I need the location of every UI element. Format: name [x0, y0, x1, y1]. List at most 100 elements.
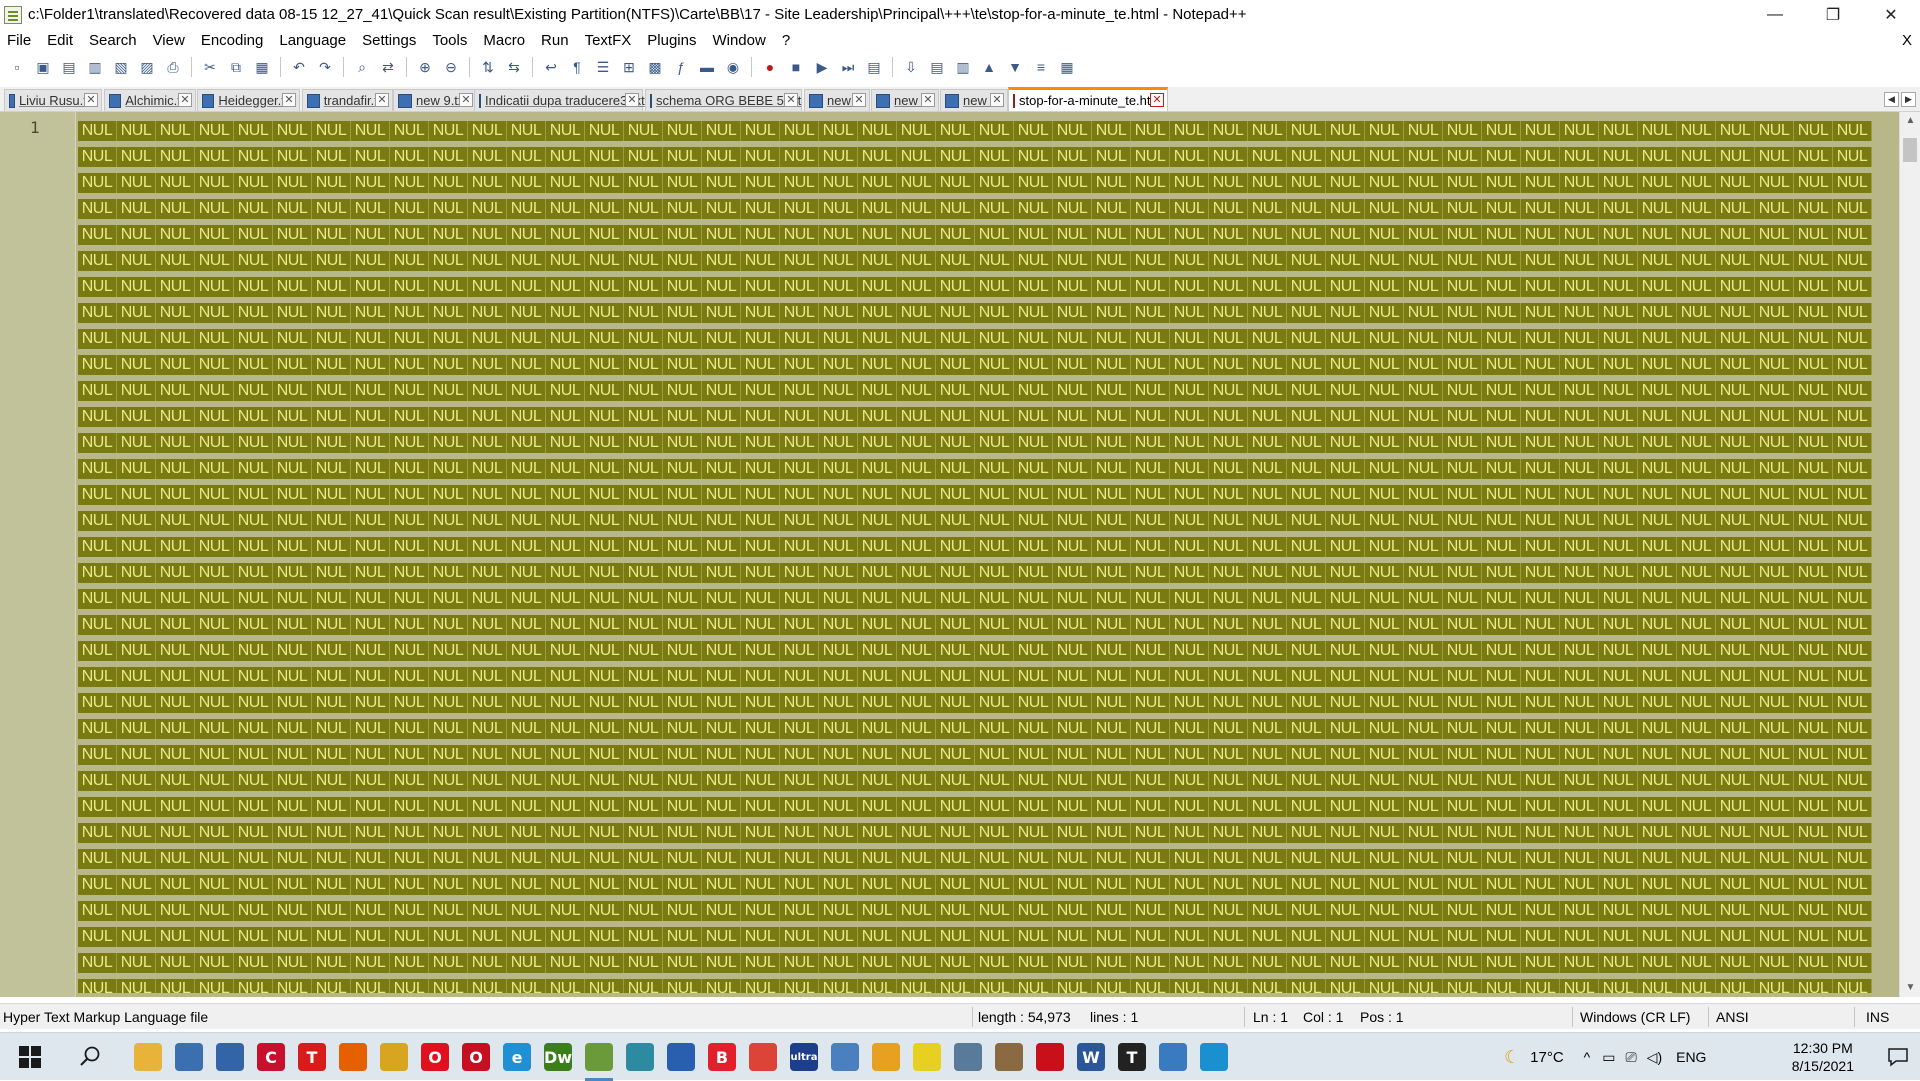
- text-row[interactable]: NUL NUL NUL NUL NUL NUL NUL NUL NUL NUL NUL NUL NUL N…: [78, 638, 1873, 664]
- status-encoding[interactable]: ANSI: [1716, 1009, 1749, 1025]
- zoom-in-icon[interactable]: ⊕: [414, 56, 436, 78]
- toolbar-extra-2-icon[interactable]: ▤: [926, 56, 948, 78]
- taskbar-app-app-tools[interactable]: [950, 1039, 986, 1075]
- find-icon[interactable]: ⌕: [351, 56, 373, 78]
- menu-plugins[interactable]: Plugins: [639, 29, 704, 53]
- tab-new-1[interactable]: new 1 ✕: [804, 89, 870, 111]
- text-row[interactable]: NUL NUL NUL NUL NUL NUL NUL NUL NUL NUL NUL NUL NUL N…: [78, 352, 1873, 378]
- text-row[interactable]: NUL NUL NUL NUL NUL NUL NUL NUL NUL NUL NUL NUL NUL N…: [78, 222, 1873, 248]
- sync-vertical-icon[interactable]: ⇅: [477, 56, 499, 78]
- open-file-icon[interactable]: ▣: [32, 56, 54, 78]
- text-row[interactable]: NUL NUL NUL NUL NUL NUL NUL NUL NUL NUL NUL NUL NUL N…: [78, 248, 1873, 274]
- close-window-button[interactable]: ✕: [1862, 0, 1920, 29]
- text-row[interactable]: NUL NUL NUL NUL NUL NUL NUL NUL NUL NUL NUL NUL NUL N…: [78, 664, 1873, 690]
- menu-view[interactable]: View: [145, 29, 193, 53]
- tab-alchimic-txt[interactable]: Alchimic.txt ✕: [104, 89, 196, 111]
- taskbar-app-word[interactable]: W: [1073, 1039, 1109, 1075]
- text-row[interactable]: NUL NUL NUL NUL NUL NUL NUL NUL NUL NUL NUL NUL NUL N…: [78, 482, 1873, 508]
- close-icon[interactable]: ▧: [110, 56, 132, 78]
- run-macro-multiple-icon[interactable]: ⏭: [837, 56, 859, 78]
- network-icon[interactable]: ⎚: [1625, 1049, 1636, 1066]
- taskbar-app-file-explorer[interactable]: [130, 1039, 166, 1075]
- tab-close-icon[interactable]: ✕: [84, 93, 98, 107]
- tab-scroll-right-button[interactable]: ▶: [1901, 92, 1916, 107]
- taskbar-app-firefox[interactable]: [335, 1039, 371, 1075]
- taskbar-app-app-blue[interactable]: [212, 1039, 248, 1075]
- tab-schema-org-bebe-5-txt[interactable]: schema ORG BEBE 5.txt ✕: [645, 89, 802, 111]
- function-list-icon[interactable]: ƒ: [670, 56, 692, 78]
- zoom-out-icon[interactable]: ⊖: [440, 56, 462, 78]
- tab-close-icon[interactable]: ✕: [625, 93, 639, 107]
- text-row[interactable]: NUL NUL NUL NUL NUL NUL NUL NUL NUL NUL NUL NUL NUL N…: [78, 950, 1873, 976]
- tab-new-3[interactable]: new 3 ✕: [940, 89, 1008, 111]
- menu-language[interactable]: Language: [271, 29, 354, 53]
- taskbar-app-app-diamond[interactable]: [827, 1039, 863, 1075]
- scroll-thumb[interactable]: [1903, 138, 1917, 162]
- toolbar-extra-3-icon[interactable]: ▥: [952, 56, 974, 78]
- text-row[interactable]: NUL NUL NUL NUL NUL NUL NUL NUL NUL NUL NUL NUL NUL N…: [78, 586, 1873, 612]
- menu-edit[interactable]: Edit: [39, 29, 81, 53]
- play-macro-icon[interactable]: ▶: [811, 56, 833, 78]
- editor-area[interactable]: 1 NUL NUL NUL NUL NUL NUL NUL NUL NUL NUL NUL NUL NU…: [0, 112, 1920, 997]
- tab-close-icon[interactable]: ✕: [1150, 93, 1164, 107]
- text-content[interactable]: NUL NUL NUL NUL NUL NUL NUL NUL NUL NUL NUL NUL NUL N…: [78, 118, 1873, 993]
- text-row[interactable]: NUL NUL NUL NUL NUL NUL NUL NUL NUL NUL NUL NUL NUL N…: [78, 690, 1873, 716]
- volume-icon[interactable]: ◁): [1647, 1049, 1662, 1066]
- text-row[interactable]: NUL NUL NUL NUL NUL NUL NUL NUL NUL NUL NUL NUL NUL N…: [78, 820, 1873, 846]
- monitoring-icon[interactable]: ◉: [722, 56, 744, 78]
- tab-heidegger-txt[interactable]: Heidegger.txt ✕: [197, 89, 300, 111]
- notepadpp-app-icon[interactable]: [4, 5, 22, 24]
- battery-icon[interactable]: ▭: [1602, 1049, 1615, 1066]
- text-row[interactable]: NUL NUL NUL NUL NUL NUL NUL NUL NUL NUL NUL NUL NUL N…: [78, 118, 1873, 144]
- language-indicator[interactable]: ENG: [1676, 1049, 1706, 1065]
- tab-close-icon[interactable]: ✕: [282, 93, 296, 107]
- menu-settings[interactable]: Settings: [354, 29, 424, 53]
- taskbar-app-typora[interactable]: T: [1114, 1039, 1150, 1075]
- text-row[interactable]: NUL NUL NUL NUL NUL NUL NUL NUL NUL NUL NUL NUL NUL N…: [78, 794, 1873, 820]
- text-row[interactable]: NUL NUL NUL NUL NUL NUL NUL NUL NUL NUL NUL NUL NUL N…: [78, 456, 1873, 482]
- undo-icon[interactable]: ↶: [288, 56, 310, 78]
- menu-file[interactable]: File: [0, 29, 39, 53]
- taskbar-app-app-red-c[interactable]: C: [253, 1039, 289, 1075]
- text-row[interactable]: NUL NUL NUL NUL NUL NUL NUL NUL NUL NUL NUL NUL NUL N…: [78, 742, 1873, 768]
- tab-indicatii-dupa-traducere3-txt[interactable]: Indicatii dupa traducere3.txt ✕: [474, 89, 645, 111]
- taskbar-app-app-save[interactable]: [663, 1039, 699, 1075]
- toolbar-extra-1-icon[interactable]: ⇩: [900, 56, 922, 78]
- taskbar-app-app-doc[interactable]: [1155, 1039, 1191, 1075]
- taskbar-app-app-b[interactable]: B: [704, 1039, 740, 1075]
- menu-tools[interactable]: Tools: [424, 29, 475, 53]
- text-row[interactable]: NUL NUL NUL NUL NUL NUL NUL NUL NUL NUL NUL NUL NUL N…: [78, 144, 1873, 170]
- tab-close-icon[interactable]: ✕: [852, 93, 866, 107]
- taskbar-app-app-bag[interactable]: [1196, 1039, 1232, 1075]
- text-row[interactable]: NUL NUL NUL NUL NUL NUL NUL NUL NUL NUL NUL NUL NUL N…: [78, 716, 1873, 742]
- menu-search[interactable]: Search: [81, 29, 145, 53]
- status-insert-mode[interactable]: INS: [1866, 1009, 1889, 1025]
- text-row[interactable]: NUL NUL NUL NUL NUL NUL NUL NUL NUL NUL NUL NUL NUL N…: [78, 924, 1873, 950]
- start-button[interactable]: [12, 1039, 48, 1075]
- taskbar-app-chrome[interactable]: [745, 1039, 781, 1075]
- replace-icon[interactable]: ⇄: [377, 56, 399, 78]
- text-row[interactable]: NUL NUL NUL NUL NUL NUL NUL NUL NUL NUL NUL NUL NUL N…: [78, 430, 1873, 456]
- menu-help[interactable]: ?: [774, 29, 798, 53]
- taskbar-app-app-yellow[interactable]: [376, 1039, 412, 1075]
- close-document-button[interactable]: X: [1902, 29, 1912, 53]
- clock[interactable]: 12:30 PM 8/15/2021: [1792, 1039, 1854, 1075]
- taskbar-app-notepadpp[interactable]: [581, 1039, 617, 1081]
- text-row[interactable]: NUL NUL NUL NUL NUL NUL NUL NUL NUL NUL NUL NUL NUL N…: [78, 326, 1873, 352]
- menu-encoding[interactable]: Encoding: [193, 29, 272, 53]
- taskbar-app-app-yellow-circle[interactable]: [909, 1039, 945, 1075]
- print-icon[interactable]: ⎙: [162, 56, 184, 78]
- new-file-icon[interactable]: ▫: [6, 56, 28, 78]
- stop-macro-icon[interactable]: ■: [785, 56, 807, 78]
- save-all-icon[interactable]: ▥: [84, 56, 106, 78]
- text-row[interactable]: NUL NUL NUL NUL NUL NUL NUL NUL NUL NUL NUL NUL NUL N…: [78, 378, 1873, 404]
- text-row[interactable]: NUL NUL NUL NUL NUL NUL NUL NUL NUL NUL NUL NUL NUL N…: [78, 534, 1873, 560]
- text-row[interactable]: NUL NUL NUL NUL NUL NUL NUL NUL NUL NUL NUL NUL NUL N…: [78, 508, 1873, 534]
- text-row[interactable]: NUL NUL NUL NUL NUL NUL NUL NUL NUL NUL NUL NUL NUL N…: [78, 768, 1873, 794]
- tab-close-icon[interactable]: ✕: [375, 93, 389, 107]
- weather-temperature[interactable]: 17°C: [1530, 1049, 1564, 1066]
- taskbar-app-dreamweaver[interactable]: Dw: [540, 1039, 576, 1075]
- taskbar-app-opera[interactable]: O: [417, 1039, 453, 1075]
- text-row[interactable]: NUL NUL NUL NUL NUL NUL NUL NUL NUL NUL NUL NUL NUL N…: [78, 274, 1873, 300]
- taskbar-app-ultra[interactable]: ultra: [786, 1039, 822, 1075]
